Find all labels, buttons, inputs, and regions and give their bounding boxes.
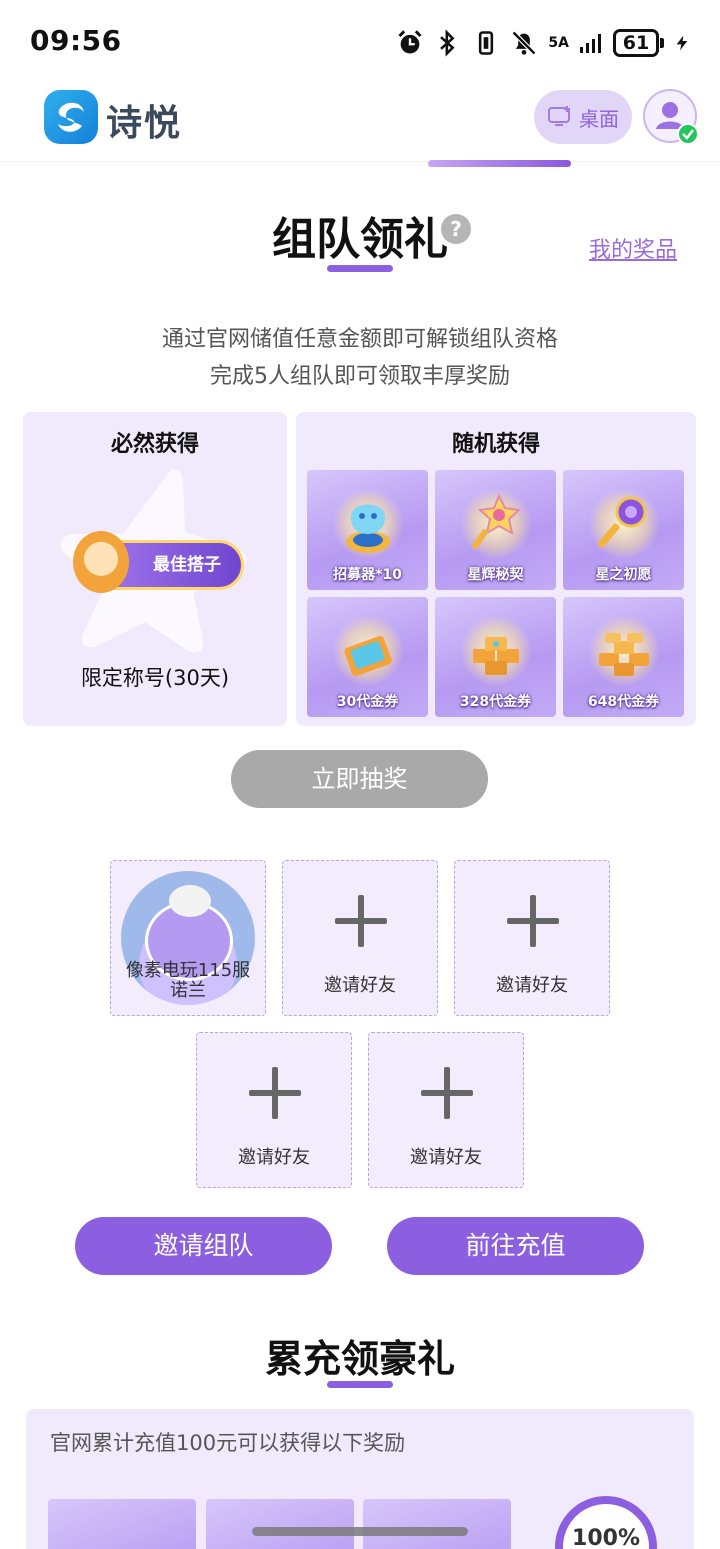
plus-icon xyxy=(249,1067,301,1119)
accumulate-reward-card[interactable] xyxy=(48,1499,196,1549)
accumulate-title: 累充领豪礼 xyxy=(264,1337,455,1381)
prize-name: 328代金券 xyxy=(459,694,532,710)
prize-card-voucher-328[interactable]: 328代金券 xyxy=(435,597,556,717)
accumulate-title-underline xyxy=(327,1381,393,1388)
user-avatar-button[interactable] xyxy=(643,89,699,145)
prize-name: 星之初愿 xyxy=(595,567,652,583)
guaranteed-title: 必然获得 xyxy=(110,432,199,457)
voucher-pile-icon xyxy=(599,633,649,676)
status-time: 09:56 xyxy=(30,24,122,57)
help-icon[interactable]: ? xyxy=(441,214,471,244)
character-portrait-icon xyxy=(73,531,129,593)
mute-icon xyxy=(512,30,537,56)
invite-label: 邀请好友 xyxy=(410,1147,482,1168)
invite-friend-slot[interactable]: 邀请好友 xyxy=(196,1032,352,1188)
plus-icon xyxy=(507,895,559,947)
invite-friend-slot[interactable]: 邀请好友 xyxy=(368,1032,524,1188)
random-title: 随机获得 xyxy=(451,432,540,457)
voucher-icon xyxy=(344,635,392,677)
status-bar: 09:56 5A 61 xyxy=(0,0,720,84)
member-hair xyxy=(169,885,211,917)
voucher-stack-icon xyxy=(473,637,519,675)
prize-card-voucher-648[interactable]: 648代金券 xyxy=(563,597,684,717)
recruiter-icon xyxy=(346,504,390,553)
team-desc-line1: 通过官网储值任意金额即可解锁组队资格 xyxy=(161,327,558,352)
desktop-button[interactable]: 桌面 xyxy=(534,90,632,144)
best-partner-title-badge: 最佳搭子 xyxy=(73,531,244,593)
purple-key-icon xyxy=(597,496,647,548)
monitor-plus-icon xyxy=(548,106,570,126)
battery-tip xyxy=(660,38,664,48)
member-name: 像素电玩115服 诺兰 xyxy=(111,961,265,1001)
battery-level: 61 xyxy=(613,29,659,57)
progress-ring: 100% xyxy=(555,1496,657,1549)
prize-name: 星辉秘契 xyxy=(467,567,524,583)
desktop-label: 桌面 xyxy=(579,106,619,131)
prize-card-voucher-30[interactable]: 30代金券 xyxy=(307,597,428,717)
logo-swirl-icon xyxy=(58,102,84,132)
prize-name: 30代金券 xyxy=(336,694,399,710)
invite-label: 邀请好友 xyxy=(496,975,568,996)
star-key-icon xyxy=(472,493,522,549)
plus-icon xyxy=(421,1067,473,1119)
invite-label: 邀请好友 xyxy=(238,1147,310,1168)
team-member-slot[interactable]: 像素电玩115服 诺兰 xyxy=(110,860,266,1016)
invite-friend-slot[interactable]: 邀请好友 xyxy=(454,860,610,1016)
invite-label: 邀请好友 xyxy=(324,975,396,996)
bluetooth-icon xyxy=(440,29,455,57)
alarm-icon xyxy=(398,30,422,54)
guaranteed-label: 限定称号(30天) xyxy=(80,666,230,690)
my-prizes-link[interactable]: 我的奖品 xyxy=(589,232,677,264)
go-recharge-button[interactable]: 前往充值 xyxy=(387,1217,644,1275)
tab-indicator xyxy=(428,160,571,167)
prize-name: 648代金券 xyxy=(587,694,660,710)
prize-name: 招募器*10 xyxy=(333,567,402,583)
invite-team-button[interactable]: 邀请组队 xyxy=(75,1217,332,1275)
network-type: 5A xyxy=(548,35,569,51)
draw-now-button[interactable]: 立即抽奖 xyxy=(231,750,488,808)
signal-icon xyxy=(580,34,601,53)
badge-text: 最佳搭子 xyxy=(153,555,221,575)
accumulate-reward-card[interactable] xyxy=(363,1499,511,1549)
status-icons: 5A 61 xyxy=(396,28,690,58)
prize-card-recruiter[interactable]: 招募器*10 xyxy=(307,470,428,590)
team-gift-title-underline xyxy=(327,265,393,272)
progress-percent: 100% xyxy=(572,1526,640,1549)
charging-icon xyxy=(676,35,688,51)
team-desc-line2: 完成5人组队即可领取丰厚奖励 xyxy=(210,364,510,389)
logo-text[interactable]: 诗悦 xyxy=(106,94,182,146)
vibrate-icon xyxy=(479,31,494,55)
check-icon xyxy=(677,123,699,145)
invite-friend-slot[interactable]: 邀请好友 xyxy=(282,860,438,1016)
prize-card-star-pact[interactable]: 星辉秘契 xyxy=(435,470,556,590)
battery-icon: 61 xyxy=(613,29,664,57)
logo-icon[interactable] xyxy=(44,90,98,144)
accumulate-desc: 官网累计充值100元可以获得以下奖励 xyxy=(50,1431,406,1455)
prize-card-star-wish[interactable]: 星之初愿 xyxy=(563,470,684,590)
member-name-line2: 诺兰 xyxy=(170,980,206,1001)
plus-icon xyxy=(335,895,387,947)
member-name-line1: 像素电玩115服 xyxy=(125,960,251,981)
app-header: 诗悦 桌面 xyxy=(0,84,720,162)
home-indicator[interactable] xyxy=(252,1527,468,1536)
accumulate-reward-card[interactable] xyxy=(206,1499,354,1549)
